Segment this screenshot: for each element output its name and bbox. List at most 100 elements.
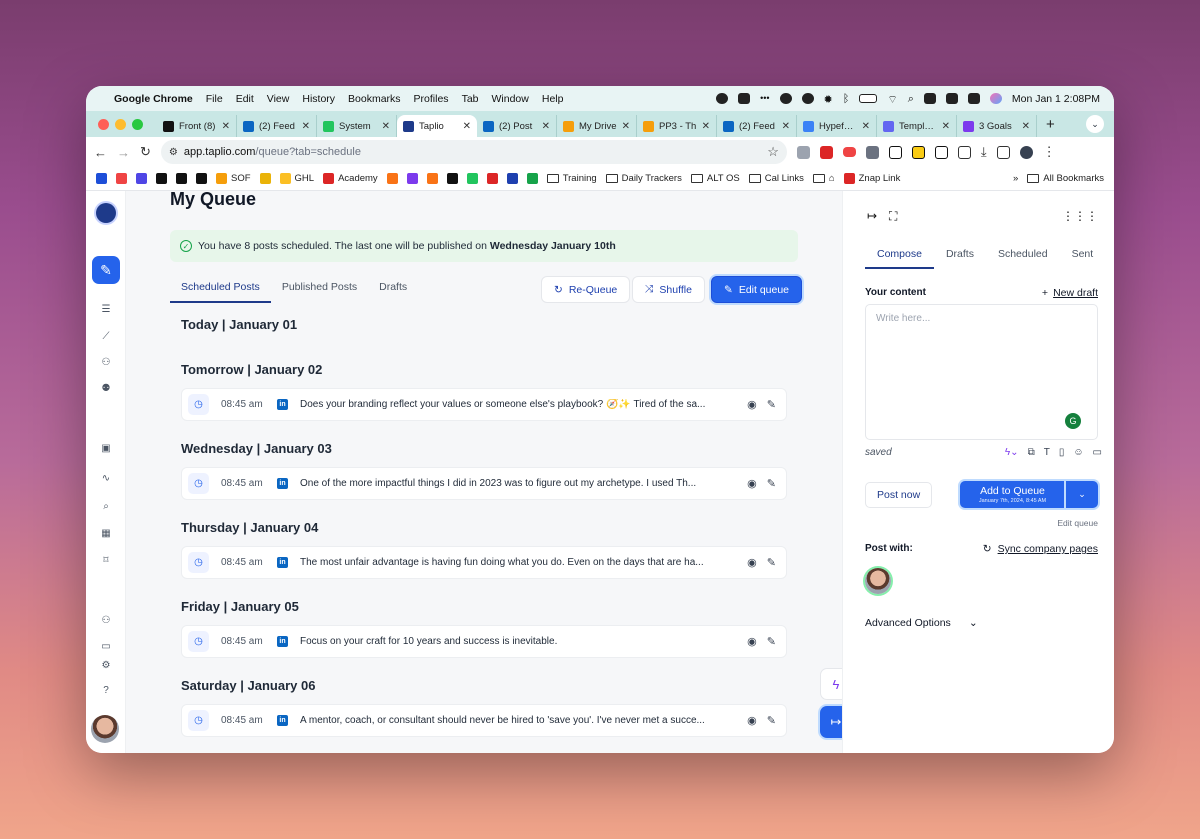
bookmark-item[interactable] xyxy=(156,173,167,184)
queue-options-dropdown[interactable]: ⌄ xyxy=(1066,481,1098,508)
bookmark-item[interactable] xyxy=(196,173,207,184)
tab-published-posts[interactable]: Published Posts xyxy=(271,281,368,303)
post-preview-text[interactable]: Does your branding reflect your values o… xyxy=(300,399,710,410)
browser-tab[interactable]: (2) Post ✕ xyxy=(477,115,557,137)
youtube-extension-icon[interactable] xyxy=(842,147,856,157)
eye-preview-icon[interactable]: ◉ xyxy=(747,714,757,727)
tab-search-button[interactable]: ⌄ xyxy=(1086,115,1104,133)
extension-icon[interactable] xyxy=(796,145,810,159)
help-icon[interactable]: ? xyxy=(100,685,112,697)
bookmark-item[interactable] xyxy=(466,173,478,184)
browser-tab[interactable]: 3 Goals ✕ xyxy=(957,115,1037,137)
scheduled-post-row[interactable]: ◷ 08:45 am in The most unfair advantage is … xyxy=(181,546,787,579)
scheduled-post-row[interactable]: ◷ 08:45 am in One of the more impactful thi… xyxy=(181,467,787,500)
edit-queue-link[interactable]: Edit queue xyxy=(1057,518,1098,528)
media-icon[interactable]: ▭ xyxy=(1093,447,1102,458)
bookmark-item[interactable] xyxy=(116,173,127,184)
bookmark-item[interactable] xyxy=(526,173,538,184)
copy-icon[interactable]: ⧉ xyxy=(1028,447,1035,458)
kebab-menu-icon[interactable]: ⋮ xyxy=(1043,144,1056,160)
browser-tab[interactable]: PP3 - Th ✕ xyxy=(637,115,717,137)
clock-icon[interactable]: ◷ xyxy=(188,631,209,652)
side-panel-icon[interactable] xyxy=(996,145,1010,159)
menu-bookmarks[interactable]: Bookmarks xyxy=(348,93,401,105)
bookmark-folder-alt-os[interactable]: ALT OS xyxy=(690,173,740,184)
bluetooth-icon[interactable]: ᛒ xyxy=(843,93,850,105)
team-icon[interactable]: ⚇ xyxy=(100,615,112,627)
profile-icon[interactable] xyxy=(1019,145,1033,159)
extension-icon[interactable] xyxy=(934,145,948,159)
minimize-window-button[interactable] xyxy=(115,118,126,130)
engage-icon[interactable]: ⚇ xyxy=(100,357,112,369)
tab-sent[interactable]: Sent xyxy=(1060,248,1106,269)
requeue-button[interactable]: ↻ Re-Queue xyxy=(541,276,631,303)
advanced-options-toggle[interactable]: Advanced Options ⌄ xyxy=(865,617,978,629)
emoji-icon[interactable]: ☺ xyxy=(1073,447,1083,458)
menu-window[interactable]: Window xyxy=(492,93,529,105)
user-avatar[interactable] xyxy=(91,715,119,743)
clock-icon[interactable]: ◷ xyxy=(188,710,209,731)
tab-drafts[interactable]: Drafts xyxy=(368,281,418,303)
close-tab-icon[interactable]: ✕ xyxy=(1022,121,1030,132)
wifi-icon[interactable]: ⌔ xyxy=(887,93,897,106)
browser-tab[interactable]: System ✕ xyxy=(317,115,397,137)
bookmark-item[interactable] xyxy=(426,173,438,184)
close-tab-icon[interactable]: ✕ xyxy=(622,121,630,132)
browser-tab[interactable]: Taplio ✕ xyxy=(397,115,477,137)
eye-preview-icon[interactable]: ◉ xyxy=(747,398,757,411)
gear-icon[interactable]: ✹ xyxy=(824,93,833,106)
all-bookmarks-folder[interactable]: All Bookmarks xyxy=(1027,173,1104,184)
status-app-icon[interactable] xyxy=(779,93,792,104)
clock-icon[interactable]: ◷ xyxy=(188,394,209,415)
browser-tab[interactable]: Front (8) ✕ xyxy=(157,115,237,137)
settings-gear-icon[interactable]: ⚙ xyxy=(100,660,112,672)
account-avatar[interactable] xyxy=(865,568,891,594)
extension-icon[interactable] xyxy=(819,145,833,159)
collapse-panel-icon[interactable]: ↦ xyxy=(867,209,877,223)
menu-view[interactable]: View xyxy=(267,93,290,105)
browser-tab[interactable]: Hypefury ✕ xyxy=(797,115,877,137)
close-tab-icon[interactable]: ✕ xyxy=(782,121,790,132)
edit-icon[interactable]: ✎ xyxy=(767,398,776,411)
bookmark-znap-link[interactable]: Znap Link xyxy=(843,173,900,184)
people-icon[interactable]: ⚉ xyxy=(100,383,112,395)
bookmark-icon[interactable]: ⌑ xyxy=(100,555,112,567)
bookmark-item[interactable]: GHL xyxy=(279,173,314,184)
bookmark-item[interactable] xyxy=(259,173,271,184)
menu-tab[interactable]: Tab xyxy=(462,93,479,105)
close-tab-icon[interactable]: ✕ xyxy=(382,121,390,132)
eye-preview-icon[interactable]: ◉ xyxy=(747,635,757,648)
menu-profiles[interactable]: Profiles xyxy=(414,93,449,105)
clock-icon[interactable]: ◷ xyxy=(188,473,209,494)
clock-icon[interactable]: ◷ xyxy=(188,552,209,573)
tab-scheduled[interactable]: Scheduled xyxy=(986,248,1060,269)
bookmark-folder-home[interactable]: ⌂ xyxy=(812,173,835,184)
scheduled-post-row[interactable]: ◷ 08:45 am in Does your branding reflect yo… xyxy=(181,388,787,421)
tab-compose[interactable]: Compose xyxy=(865,248,934,269)
close-tab-icon[interactable]: ✕ xyxy=(542,121,550,132)
post-preview-text[interactable]: Focus on your craft for 10 years and suc… xyxy=(300,636,710,647)
bookmark-item[interactable] xyxy=(406,173,418,184)
menu-help[interactable]: Help xyxy=(542,93,564,105)
bookmark-star-icon[interactable]: ☆ xyxy=(767,144,779,160)
siri-icon[interactable] xyxy=(989,93,1002,104)
status-app-icon[interactable] xyxy=(923,93,936,104)
scheduled-post-row[interactable]: ◷ 08:45 am in Focus on your craft for 10 ye… xyxy=(181,625,787,658)
grammarly-icon[interactable]: G xyxy=(1065,413,1081,429)
expand-panel-button[interactable]: ↦ xyxy=(820,706,842,738)
status-app-icon[interactable] xyxy=(716,93,729,104)
edit-icon[interactable]: ✎ xyxy=(767,477,776,490)
ai-chip-icon[interactable]: ▣ xyxy=(100,443,112,455)
download-icon[interactable]: ⤓ xyxy=(981,144,987,160)
reload-icon[interactable]: ↻ xyxy=(140,144,151,160)
post-preview-text[interactable]: A mentor, coach, or consultant should ne… xyxy=(300,715,710,726)
menu-file[interactable]: File xyxy=(206,93,223,105)
compose-pencil-button[interactable]: ✎ xyxy=(92,256,120,284)
menubar-clock[interactable]: Mon Jan 1 2:08PM xyxy=(1012,93,1100,105)
grid-apps-icon[interactable]: ⋮⋮⋮ xyxy=(1062,209,1098,223)
close-window-button[interactable] xyxy=(98,118,109,130)
close-tab-icon[interactable]: ✕ xyxy=(302,121,310,132)
edit-icon[interactable]: ✎ xyxy=(767,635,776,648)
bookmark-folder-training[interactable]: Training xyxy=(546,173,597,184)
sync-company-pages-link[interactable]: ↻ Sync company pages xyxy=(983,543,1098,555)
